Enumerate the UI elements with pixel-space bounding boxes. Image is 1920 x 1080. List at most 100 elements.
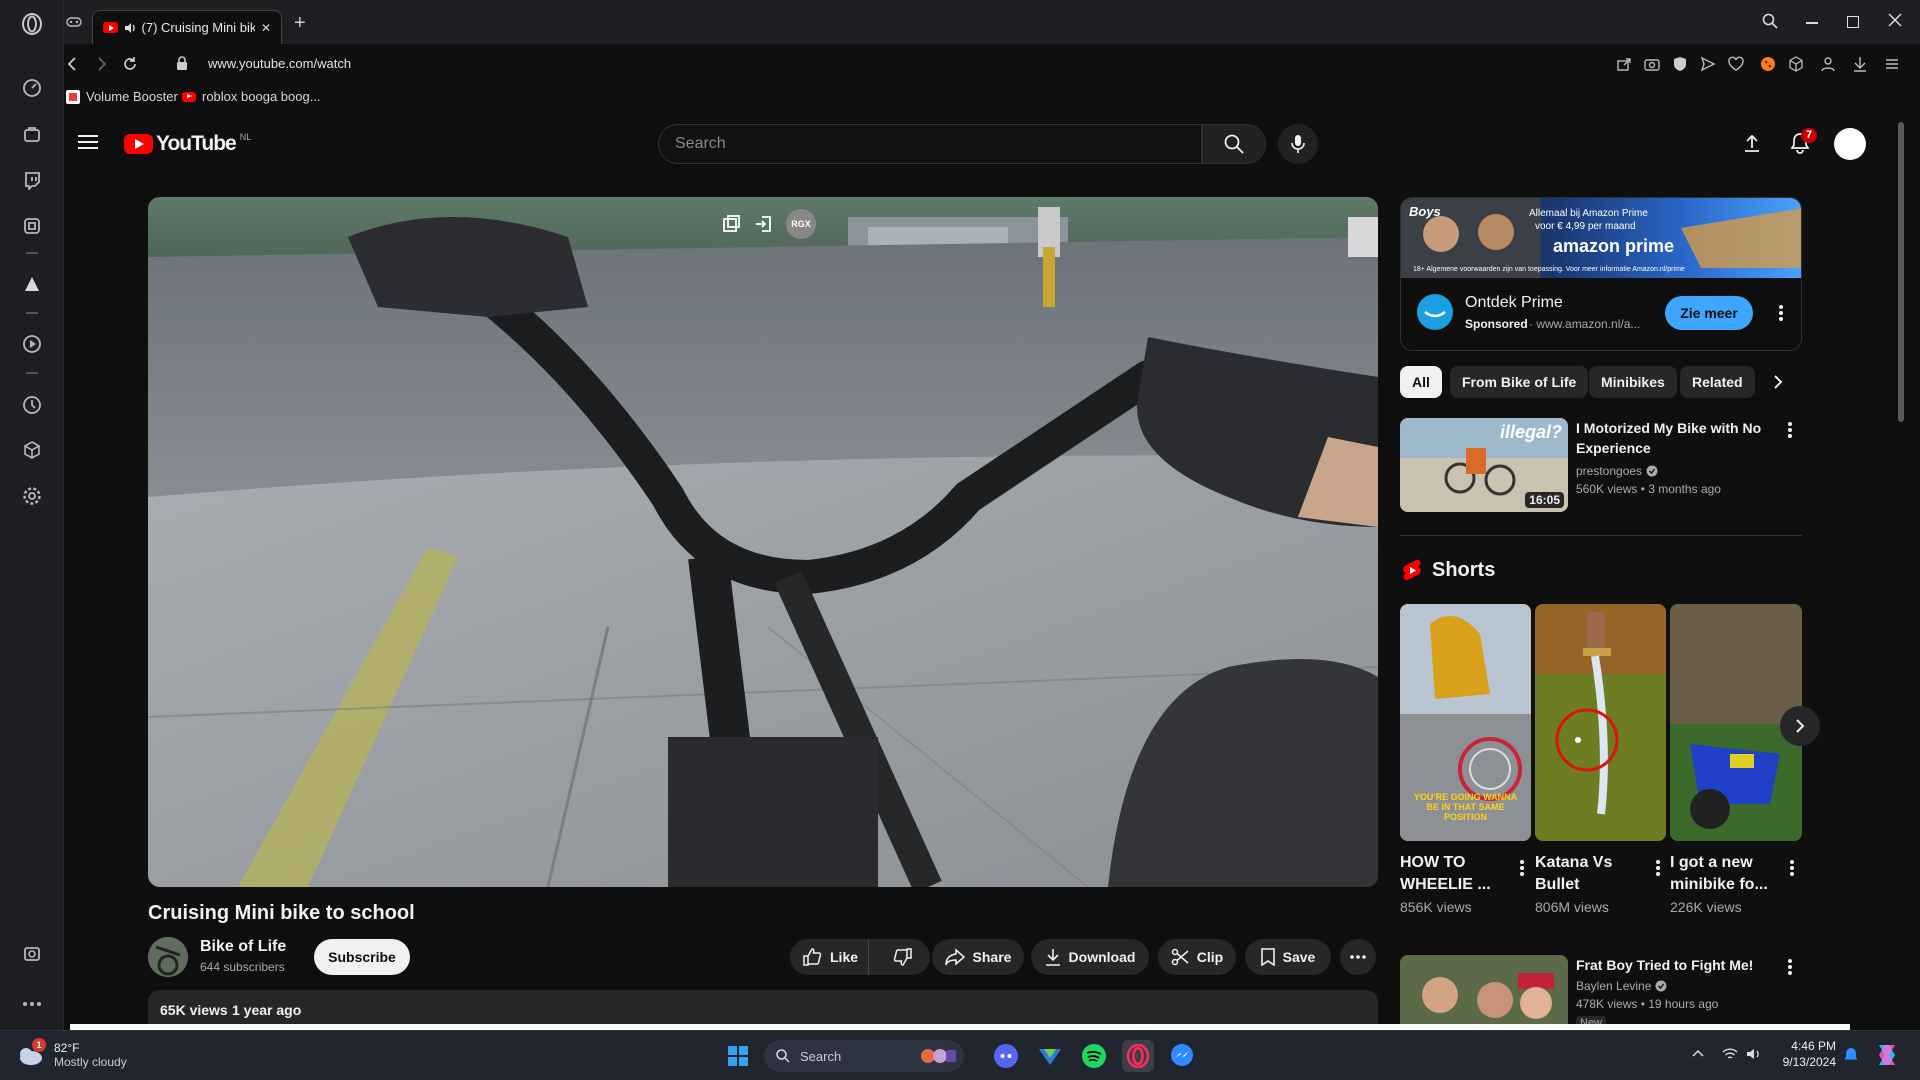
camera-icon[interactable]	[1644, 56, 1660, 72]
cookie-extension-icon[interactable]	[1760, 56, 1776, 72]
tab-youtube[interactable]: (7) Cruising Mini bike to school ✕	[92, 10, 282, 44]
messenger-icon[interactable]	[1166, 1040, 1198, 1072]
start-button[interactable]	[722, 1040, 754, 1072]
chip-from-channel[interactable]: From Bike of Life	[1450, 366, 1589, 398]
send-icon[interactable]	[1700, 56, 1716, 72]
voice-search-button[interactable]	[1278, 124, 1318, 164]
notification-center-icon[interactable]	[1844, 1047, 1858, 1063]
forward-icon[interactable]	[94, 56, 110, 72]
clock[interactable]: 4:46 PM 9/13/2024	[1776, 1039, 1836, 1069]
page-scrollbar-track[interactable]	[1898, 112, 1904, 1030]
downloads-icon[interactable]	[1852, 56, 1868, 72]
short-thumbnail[interactable]: YOU'RE GOING WANNA BE IN THAT SAME POSIT…	[1400, 604, 1531, 841]
chips-next-icon[interactable]	[1772, 374, 1784, 390]
tab-close-icon[interactable]: ✕	[261, 21, 271, 35]
heart-icon[interactable]	[1728, 56, 1744, 72]
recommended-info[interactable]: Frat Boy Tried to Fight Me! Baylen Levin…	[1576, 955, 1776, 1030]
clock-time: 4:46 PM	[1791, 1039, 1836, 1053]
snapshot-icon[interactable]	[20, 942, 44, 966]
sponsored-ad-card[interactable]: Boys Allemaal bij Amazon Prime voor € 4,…	[1400, 197, 1802, 351]
subscribe-button[interactable]: Subscribe	[314, 939, 410, 975]
video-player[interactable]: RGX	[148, 197, 1378, 887]
lock-icon[interactable]	[176, 56, 188, 71]
opera-logo-icon[interactable]	[20, 12, 44, 36]
reload-icon[interactable]	[122, 56, 138, 72]
chip-all[interactable]: All	[1400, 366, 1442, 398]
ad-cta-button[interactable]: Zie meer	[1665, 296, 1753, 330]
cube-extension-icon[interactable]	[1788, 56, 1804, 72]
gx-control-icon[interactable]	[66, 14, 82, 30]
tab-search-icon[interactable]	[1762, 13, 1778, 29]
new-tab-button[interactable]: +	[294, 12, 306, 35]
channel-avatar[interactable]	[148, 937, 188, 977]
minimize-icon[interactable]	[1806, 22, 1818, 24]
shorts-next-button[interactable]	[1780, 706, 1820, 746]
more-options-icon[interactable]	[20, 992, 44, 1016]
recommended-thumbnail[interactable]	[1400, 955, 1568, 1030]
volume-icon[interactable]	[1746, 1047, 1762, 1061]
channel-name[interactable]: Bike of Life	[200, 938, 286, 956]
weather-widget[interactable]: 1 82°F Mostly cloudy	[16, 1038, 127, 1069]
easy-setup-icon[interactable]	[1884, 56, 1900, 72]
discord-icon[interactable]	[990, 1040, 1022, 1072]
profile-icon[interactable]	[1820, 56, 1836, 72]
share-page-icon[interactable]	[1616, 56, 1632, 72]
recommended-thumbnail[interactable]: illegal? 16:05	[1400, 418, 1568, 512]
crypto-wallet-icon[interactable]	[20, 214, 44, 238]
page-scrollbar-thumb[interactable]	[1898, 122, 1904, 422]
download-button[interactable]: Download	[1031, 939, 1149, 975]
player-icon[interactable]	[20, 332, 44, 356]
back-icon[interactable]	[64, 56, 80, 72]
clip-button[interactable]: Clip	[1158, 939, 1236, 975]
short-thumbnail[interactable]	[1535, 604, 1666, 841]
aria-icon[interactable]	[20, 272, 44, 296]
extensions-icon[interactable]	[20, 438, 44, 462]
upload-icon[interactable]	[1744, 134, 1760, 152]
speaker-icon[interactable]	[124, 22, 137, 34]
copilot-icon[interactable]	[1874, 1041, 1900, 1069]
more-actions-button[interactable]	[1340, 939, 1376, 975]
system-tray-chevron-icon[interactable]	[1692, 1049, 1704, 1057]
short-menu-icon[interactable]	[1782, 856, 1802, 880]
settings-gear-icon[interactable]	[20, 484, 44, 508]
taskbar-search[interactable]: Search	[764, 1040, 964, 1072]
like-button[interactable]: Like	[790, 939, 869, 975]
spotify-icon[interactable]	[1078, 1040, 1110, 1072]
wifi-icon[interactable]	[1722, 1047, 1738, 1061]
short-title[interactable]: Katana Vs Bullet	[1535, 852, 1612, 896]
short-menu-icon[interactable]	[1512, 856, 1532, 880]
bookmark-volume-booster[interactable]: Volume Booster	[66, 89, 178, 104]
share-button[interactable]: Share	[932, 939, 1024, 975]
window-close-icon[interactable]	[1888, 13, 1902, 27]
short-title[interactable]: I got a new minibike fo...	[1670, 852, 1768, 896]
avatar[interactable]	[1834, 128, 1866, 160]
opera-gx-icon[interactable]	[1122, 1040, 1154, 1072]
hamburger-menu-icon[interactable]	[78, 134, 98, 150]
overlay-extension-badge[interactable]: RGX	[786, 209, 816, 239]
save-button[interactable]: Save	[1245, 939, 1331, 975]
adblock-shield-icon[interactable]	[1672, 56, 1688, 72]
dislike-button[interactable]	[877, 939, 930, 975]
ad-menu-icon[interactable]	[1771, 301, 1791, 325]
recommended-info[interactable]: I Motorized My Bike with No Experience p…	[1576, 418, 1776, 498]
short-title[interactable]: HOW TO WHEELIE ...	[1400, 852, 1491, 896]
vpn-app-icon[interactable]	[1034, 1040, 1066, 1072]
search-button[interactable]	[1202, 124, 1266, 164]
bookmark-roblox[interactable]: roblox booga boog...	[182, 89, 321, 104]
speed-dial-icon[interactable]	[20, 76, 44, 100]
recommended-menu-icon[interactable]	[1780, 955, 1800, 979]
url-field[interactable]: www.youtube.com/watch	[208, 56, 351, 71]
pip-exit-icon[interactable]	[754, 215, 772, 233]
twitch-icon[interactable]	[20, 168, 44, 192]
ad-banner-image[interactable]: Boys Allemaal bij Amazon Prime voor € 4,…	[1401, 198, 1801, 278]
search-input[interactable]: Search	[658, 124, 1202, 164]
miniplayer-icon[interactable]	[722, 215, 740, 233]
youtube-logo[interactable]: YouTube NL	[124, 132, 251, 156]
maximize-icon[interactable]	[1847, 16, 1859, 28]
workspaces-icon[interactable]	[20, 122, 44, 146]
chip-related[interactable]: Related	[1680, 366, 1755, 398]
chip-minibikes[interactable]: Minibikes	[1589, 366, 1677, 398]
recommended-menu-icon[interactable]	[1780, 418, 1800, 442]
history-icon[interactable]	[20, 393, 44, 417]
short-menu-icon[interactable]	[1648, 856, 1668, 880]
